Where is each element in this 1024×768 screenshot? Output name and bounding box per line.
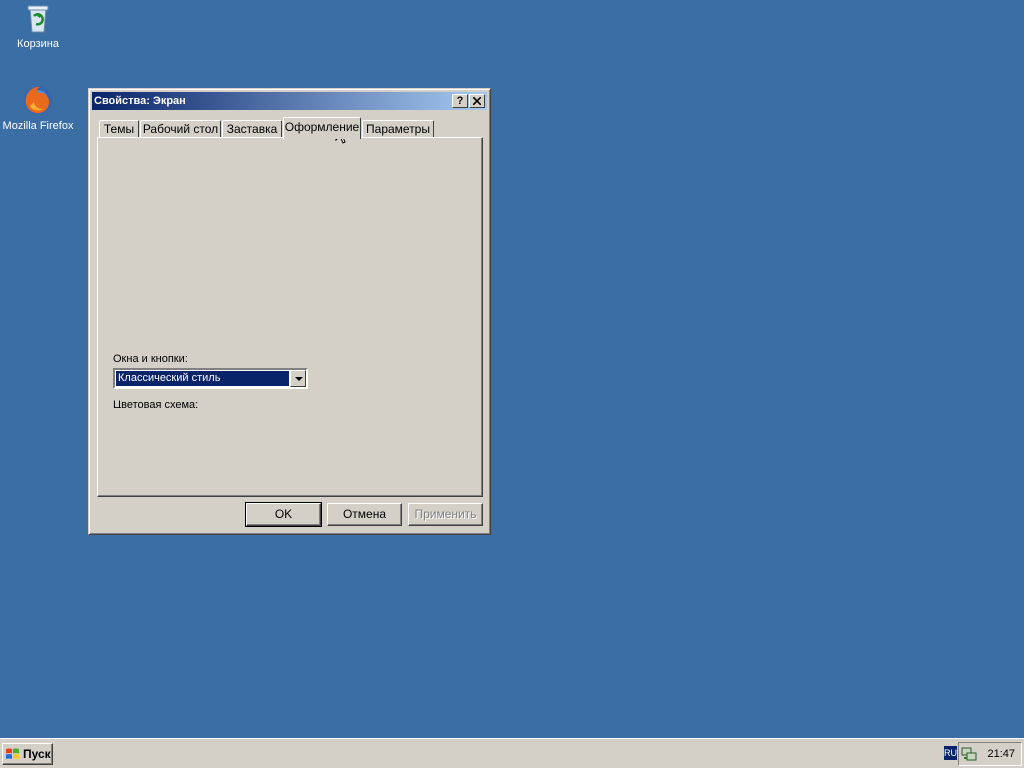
tab-screensaver[interactable]: Заставка	[222, 120, 282, 138]
title-bar[interactable]: Свойства: Экран ?	[92, 92, 487, 110]
start-label: Пуск	[23, 747, 51, 761]
close-button[interactable]	[469, 94, 485, 108]
color-scheme-label: Цветовая схема:	[113, 399, 199, 408]
tab-settings[interactable]: Параметры	[362, 120, 434, 138]
windows-logo-icon	[6, 748, 19, 759]
system-tray: 21:47	[958, 742, 1022, 766]
taskbar: Пуск 21:47	[0, 738, 1024, 768]
desktop-icon-firefox[interactable]: Mozilla Firefox	[0, 84, 78, 133]
start-button[interactable]: Пуск	[2, 743, 53, 765]
recycle-bin-icon	[22, 2, 54, 34]
firefox-icon	[22, 84, 54, 116]
apply-button[interactable]: Применить	[408, 503, 483, 526]
network-icon[interactable]	[961, 746, 977, 762]
ok-button[interactable]: OK	[245, 502, 322, 527]
window-title: Свойства: Экран	[94, 95, 186, 107]
tab-appearance[interactable]: Оформление	[283, 117, 361, 139]
tab-desktop[interactable]: Рабочий стол	[140, 120, 221, 138]
close-icon	[472, 96, 482, 106]
desktop-icon-label: Корзина	[17, 38, 59, 50]
desktop-icon-label: Mozilla Firefox	[2, 120, 74, 132]
clock[interactable]: 21:47	[987, 743, 1015, 765]
desktop-icon-recycle-bin[interactable]: Корзина	[0, 2, 78, 51]
display-properties-window: Свойства: Экран ? Темы Рабочий стол Заст…	[88, 88, 491, 535]
language-indicator[interactable]: RU	[944, 746, 957, 760]
tab-themes[interactable]: Темы	[99, 120, 139, 138]
appearance-panel: Окна и кнопки: Цветовая схема:	[97, 137, 483, 497]
cancel-button[interactable]: Отмена	[327, 503, 402, 526]
help-button[interactable]: ?	[452, 94, 468, 108]
windows-buttons-label: Окна и кнопки:	[113, 353, 188, 365]
